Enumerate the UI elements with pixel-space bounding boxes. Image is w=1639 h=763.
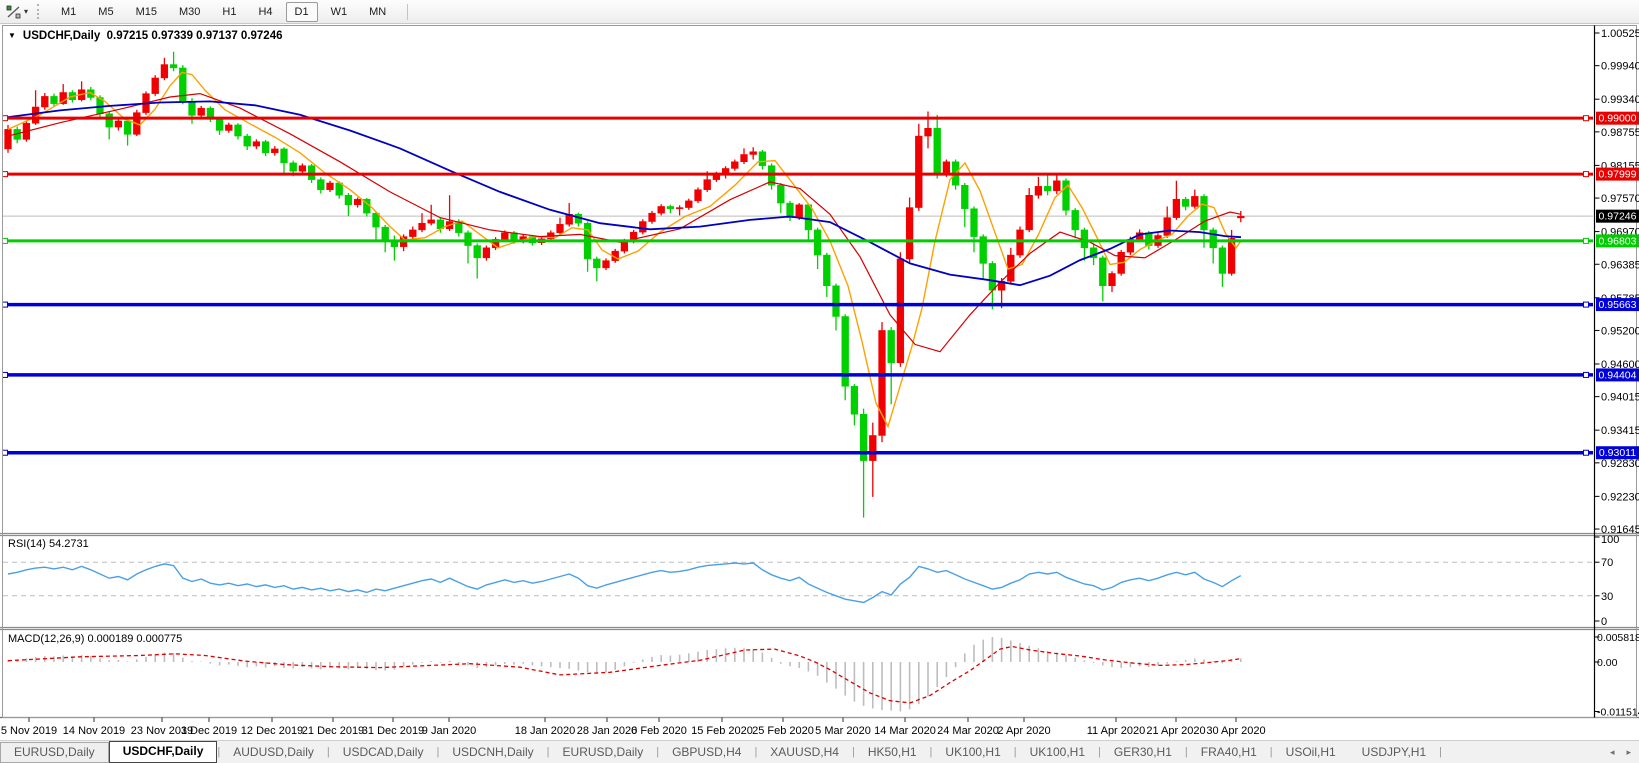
svg-text:30 Apr 2020: 30 Apr 2020 [1206, 725, 1265, 737]
timeframe-button-w1[interactable]: W1 [322, 2, 357, 22]
chevron-down-icon[interactable]: ▾ [24, 7, 28, 16]
svg-text:31 Dec 2019: 31 Dec 2019 [362, 725, 424, 737]
line-drag-handle [1584, 372, 1589, 377]
svg-text:0.00: 0.00 [1597, 657, 1618, 669]
collapse-arrow-icon[interactable]: ▼ [8, 31, 16, 40]
svg-text:0.94404: 0.94404 [1599, 369, 1637, 381]
tab-scroll-right-icon[interactable]: ▸ [1626, 747, 1631, 758]
svg-text:5 Nov 2019: 5 Nov 2019 [1, 725, 57, 737]
chart-tab-usdjpy-h1[interactable]: USDJPY,H1 [1349, 742, 1439, 762]
svg-text:12 Dec 2019: 12 Dec 2019 [241, 725, 303, 737]
chart-tab-ger30-h1[interactable]: GER30,H1 [1101, 742, 1185, 762]
svg-text:0.96385: 0.96385 [1601, 259, 1639, 271]
svg-text:21 Dec 2019: 21 Dec 2019 [302, 725, 364, 737]
chart-title-text: USDCHF,Daily 0.97215 0.97339 0.97137 0.9… [23, 30, 283, 42]
svg-text:5 Mar 2020: 5 Mar 2020 [815, 725, 871, 737]
svg-text:0.93415: 0.93415 [1601, 425, 1639, 437]
macd-indicator-label: MACD(12,26,9) 0.000189 0.000775 [8, 633, 182, 645]
price-chart-canvas[interactable]: 1.005250.999400.993400.987550.981550.975… [0, 23, 1639, 741]
line-drag-handle [1584, 302, 1589, 307]
svg-text:70: 70 [1601, 557, 1613, 569]
svg-text:0.97999: 0.97999 [1599, 169, 1637, 181]
chart-title: ▼ USDCHF,Daily 0.97215 0.97339 0.97137 0.… [8, 30, 283, 42]
chart-tab-xauusd-h4[interactable]: XAUUSD,H4 [757, 742, 852, 762]
line-drag-handle [3, 372, 8, 377]
top-toolbar: ▾ M1M5M15M30H1H4D1W1MN [0, 0, 1639, 24]
svg-text:0.93011: 0.93011 [1599, 447, 1636, 459]
toolbar-grip-handle[interactable] [37, 4, 43, 19]
svg-text:0.97246: 0.97246 [1599, 211, 1637, 223]
tab-scroll-arrows: ◂ ▸ [1610, 741, 1631, 763]
timeframe-toolbar: M1M5M15M30H1H4D1W1MN [52, 2, 399, 22]
chart-tab-hk50-h1[interactable]: HK50,H1 [855, 742, 930, 762]
timeframe-button-m30[interactable]: M30 [170, 2, 209, 22]
svg-text:0.99000: 0.99000 [1599, 113, 1637, 125]
timeframe-button-h1[interactable]: H1 [213, 2, 245, 22]
svg-text:21 Apr 2020: 21 Apr 2020 [1146, 725, 1205, 737]
chart-tab-eurusd-daily[interactable]: EURUSD,Daily [550, 742, 657, 762]
tab-separator: | [1439, 746, 1442, 758]
chart-tab-bar: EURUSD,DailyUSDCHF,Daily|AUDUSD,Daily|US… [0, 740, 1639, 763]
chart-tab-uk100-h1[interactable]: UK100,H1 [932, 742, 1013, 762]
chart-tab-uk100-h1[interactable]: UK100,H1 [1017, 742, 1098, 762]
svg-text:14 Mar 2020: 14 Mar 2020 [874, 725, 936, 737]
svg-text:2 Apr 2020: 2 Apr 2020 [997, 725, 1050, 737]
svg-text:6 Feb 2020: 6 Feb 2020 [631, 725, 687, 737]
line-drag-handle [3, 302, 8, 307]
rsi-indicator-label: RSI(14) 54.2731 [8, 538, 89, 550]
line-drag-handle [1584, 238, 1589, 243]
line-drag-handle [1584, 116, 1589, 121]
svg-text:0.99340: 0.99340 [1601, 94, 1639, 106]
chart-tabs: EURUSD,DailyUSDCHF,Daily|AUDUSD,Daily|US… [0, 741, 1442, 763]
chart-tab-usdcnh-daily[interactable]: USDCNH,Daily [439, 742, 546, 762]
timeframe-button-d1[interactable]: D1 [286, 2, 318, 22]
svg-text:25 Feb 2020: 25 Feb 2020 [752, 725, 814, 737]
chart-tab-usoil-h1[interactable]: USOil,H1 [1273, 742, 1349, 762]
tab-scroll-left-icon[interactable]: ◂ [1610, 747, 1615, 758]
line-drag-handle [3, 238, 8, 243]
svg-text:0.99940: 0.99940 [1601, 61, 1639, 73]
line-drag-handle [1584, 172, 1589, 177]
svg-text:0.95200: 0.95200 [1601, 325, 1639, 337]
timeframe-button-m1[interactable]: M1 [52, 2, 85, 22]
svg-text:28 Jan 2020: 28 Jan 2020 [577, 725, 638, 737]
chart-tab-gbpusd-h4[interactable]: GBPUSD,H4 [659, 742, 754, 762]
svg-text:9 Jan 2020: 9 Jan 2020 [422, 725, 476, 737]
svg-text:30: 30 [1601, 591, 1613, 603]
chart-tab-eurusd-daily[interactable]: EURUSD,Daily [0, 742, 109, 763]
svg-text:0.92830: 0.92830 [1601, 458, 1639, 470]
svg-text:1.00525: 1.00525 [1601, 28, 1639, 40]
svg-text:0.94015: 0.94015 [1601, 392, 1639, 404]
timeframe-button-m15[interactable]: M15 [127, 2, 166, 22]
line-studies-icon[interactable] [4, 4, 22, 20]
svg-text:-0.011514: -0.011514 [1597, 707, 1639, 719]
svg-text:14 Nov 2019: 14 Nov 2019 [63, 725, 125, 737]
chart-window[interactable]: 1.005250.999400.993400.987550.981550.975… [0, 23, 1639, 741]
svg-text:100: 100 [1601, 534, 1619, 546]
line-drag-handle [3, 116, 8, 121]
chart-tab-usdchf-daily[interactable]: USDCHF,Daily [109, 741, 218, 763]
svg-text:24 Mar 2020: 24 Mar 2020 [937, 725, 999, 737]
line-drag-handle [3, 450, 8, 455]
svg-text:0: 0 [1601, 616, 1607, 628]
chart-tab-fra40-h1[interactable]: FRA40,H1 [1188, 742, 1270, 762]
timeframe-button-h4[interactable]: H4 [249, 2, 281, 22]
svg-text:0.95663: 0.95663 [1599, 299, 1637, 311]
svg-text:15 Feb 2020: 15 Feb 2020 [691, 725, 753, 737]
svg-text:0.96803: 0.96803 [1599, 235, 1637, 247]
svg-text:11 Apr 2020: 11 Apr 2020 [1087, 725, 1146, 737]
timeframe-button-mn[interactable]: MN [360, 2, 395, 22]
chart-tab-audusd-daily[interactable]: AUDUSD,Daily [220, 742, 327, 762]
timeframe-button-m5[interactable]: M5 [89, 2, 122, 22]
svg-text:0.92230: 0.92230 [1601, 491, 1639, 503]
svg-text:3 Dec 2019: 3 Dec 2019 [181, 725, 237, 737]
toolbar-separator [407, 4, 408, 20]
line-drag-handle [3, 172, 8, 177]
svg-text:0.005818: 0.005818 [1597, 632, 1639, 644]
svg-text:18 Jan 2020: 18 Jan 2020 [515, 725, 576, 737]
line-drag-handle [1584, 450, 1589, 455]
svg-text:0.97570: 0.97570 [1601, 193, 1639, 205]
svg-text:0.98755: 0.98755 [1601, 127, 1639, 139]
chart-tab-usdcad-daily[interactable]: USDCAD,Daily [330, 742, 437, 762]
